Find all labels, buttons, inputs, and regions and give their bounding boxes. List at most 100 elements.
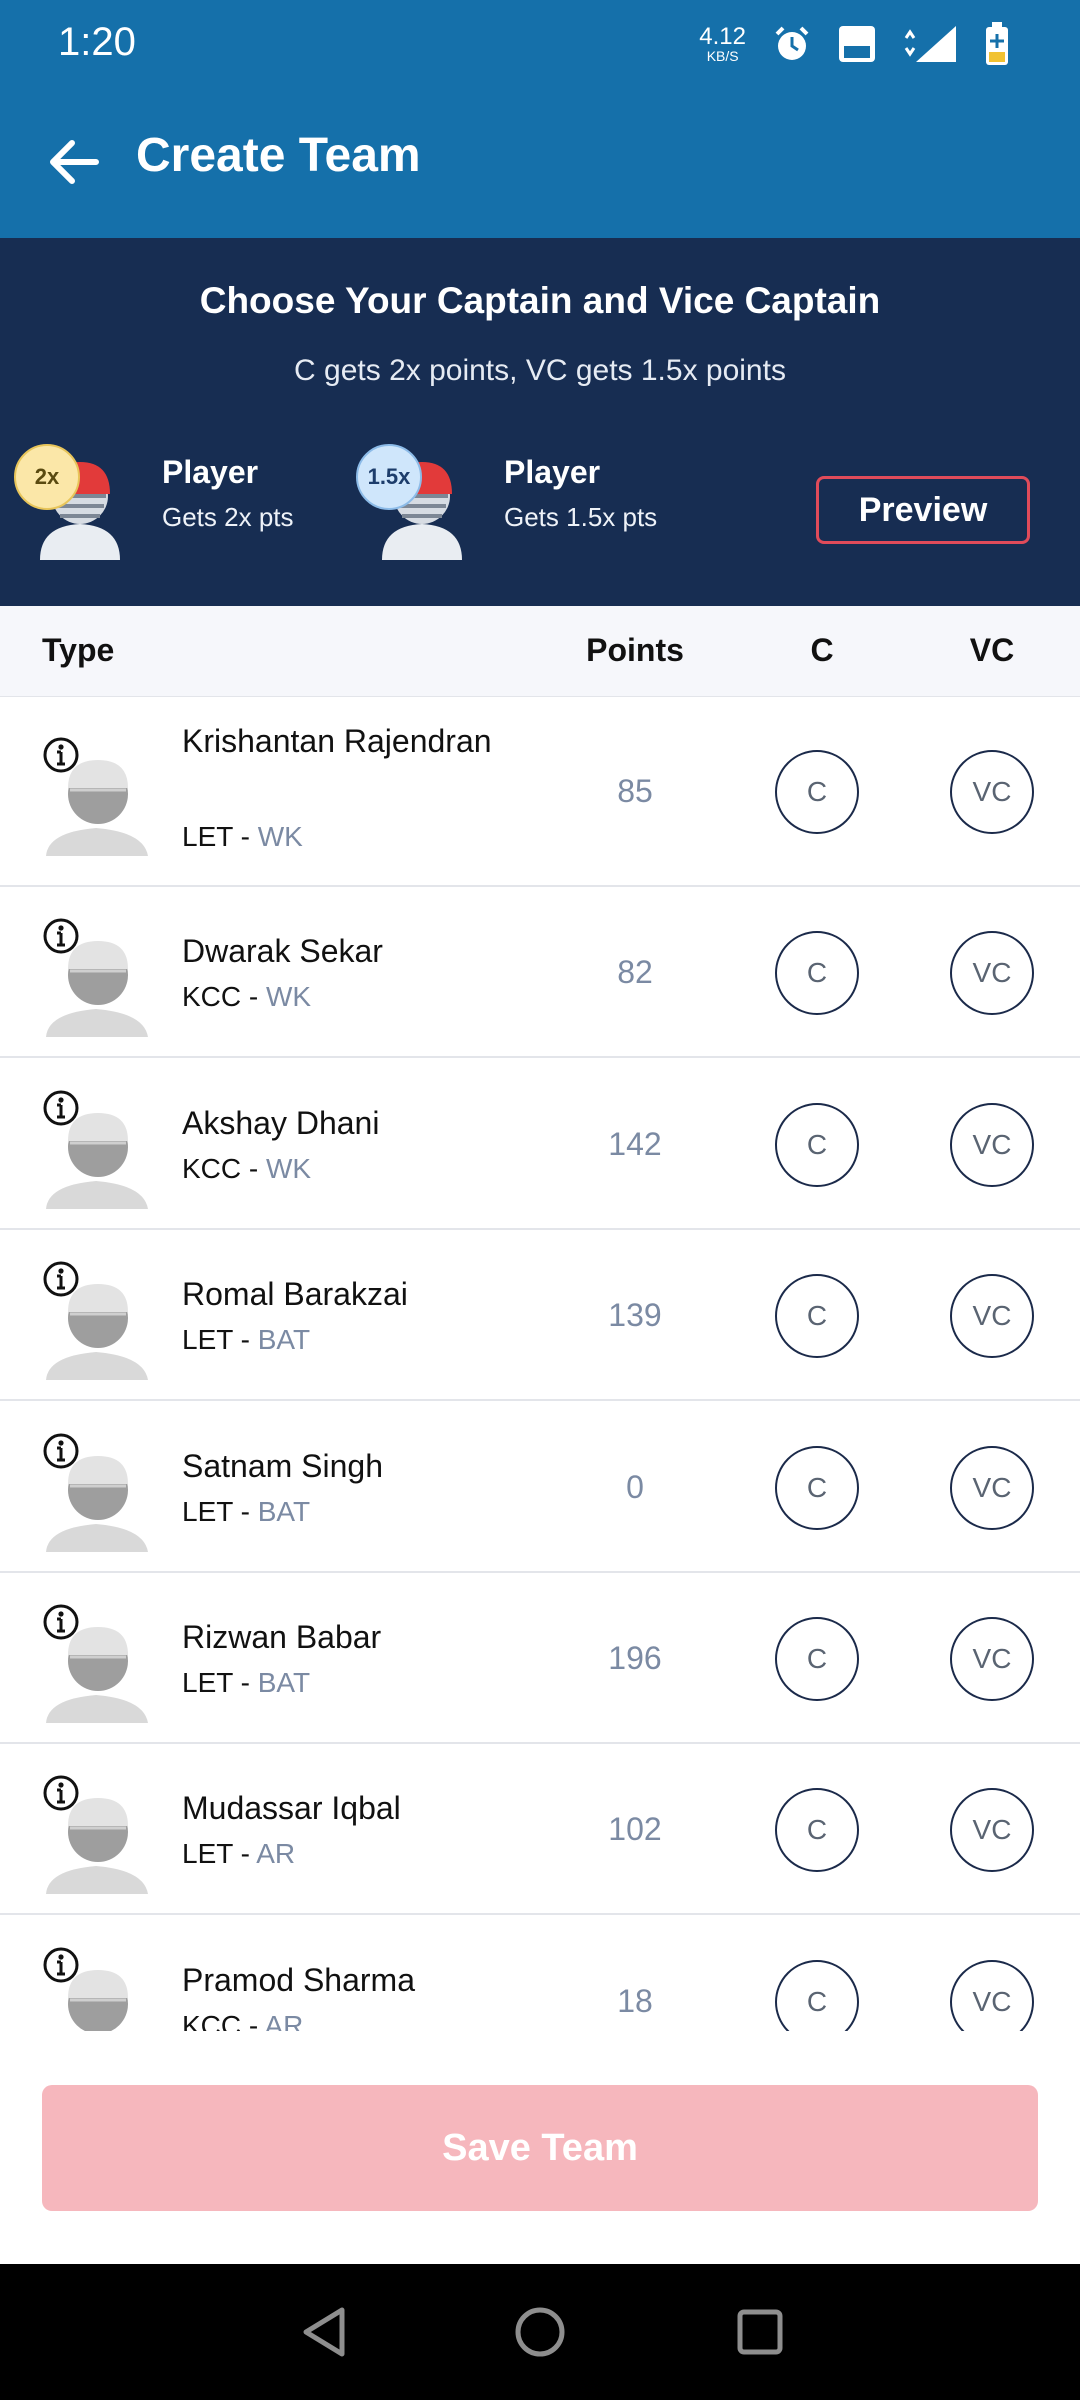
4g-signal-icon (904, 26, 956, 62)
status-bar: 1:20 4.12 KB/S (0, 0, 1080, 90)
player-points: 85 (617, 773, 653, 809)
captain-select-button[interactable]: C (775, 750, 859, 834)
back-arrow-icon[interactable] (42, 130, 106, 194)
player-team: LET - (182, 1324, 258, 1355)
banner-title: Choose Your Captain and Vice Captain (199, 280, 881, 321)
vice-captain-select-button[interactable]: VC (950, 931, 1034, 1015)
network-speed-unit: KB/S (706, 48, 739, 64)
player-list[interactable]: Krishantan Rajendran LET - WK 85 C VC Dwarak … (0, 697, 1080, 2031)
player-team: LET - (182, 1667, 258, 1698)
status-icons: 4.12 KB/S (699, 22, 1010, 66)
save-team-button[interactable]: Save Team (42, 2085, 1038, 2211)
vice-captain-select-button[interactable]: VC (950, 1103, 1034, 1187)
player-role: BAT (257, 1496, 311, 1527)
captain-role-label: Player (162, 454, 259, 490)
header-vice-captain: VC (969, 632, 1015, 668)
player-team-role: LET - BAT (182, 1667, 310, 1699)
player-role: AR (264, 2010, 304, 2031)
network-speed: 4.12 KB/S (699, 23, 746, 64)
captain-role-desc: Gets 2x pts (162, 502, 294, 532)
captain-select-button[interactable]: C (775, 931, 859, 1015)
player-points: 82 (617, 954, 653, 990)
system-navigation-bar (0, 2264, 1080, 2400)
captain-select-button[interactable]: C (775, 1446, 859, 1530)
captain-info-banner: Choose Your Captain and Vice Captain C g… (0, 238, 1080, 606)
player-name: Akshay Dhani (182, 1105, 380, 1141)
player-name: Pramod Sharma (182, 1962, 415, 1998)
footer: Save Team (0, 2031, 1080, 2264)
banner-subtitle: C gets 2x points, VC gets 1.5x points (294, 354, 786, 387)
volte-icon (839, 26, 875, 62)
vice-captain-multiplier-badge: 1.5x (356, 444, 422, 510)
player-points: 102 (608, 1811, 662, 1847)
vice-captain-select-button[interactable]: VC (950, 750, 1034, 834)
player-row[interactable]: Pramod Sharma KCC - AR 18 C VC (0, 1916, 1080, 2031)
vice-captain-select-button[interactable]: VC (950, 1617, 1034, 1701)
player-avatar (46, 1113, 148, 1209)
player-team-role: KCC - WK (182, 1153, 311, 1185)
player-row[interactable]: Mudassar Iqbal LET - AR 102 C VC (0, 1744, 1080, 1915)
player-role: WK (257, 821, 303, 852)
player-team-role: LET - BAT (182, 1496, 310, 1528)
captain-select-button[interactable]: C (775, 1274, 859, 1358)
player-avatar (46, 1284, 148, 1380)
captain-select-button[interactable]: C (775, 1960, 859, 2031)
player-points: 139 (608, 1297, 662, 1333)
player-row[interactable]: Akshay Dhani KCC - WK 142 C VC (0, 1059, 1080, 1230)
player-name: Satnam Singh (182, 1448, 384, 1484)
vice-captain-select-button[interactable]: VC (950, 1788, 1034, 1872)
player-team-role: KCC - WK (182, 981, 311, 1013)
network-speed-value: 4.12 (699, 23, 746, 50)
alarm-icon (775, 26, 809, 60)
player-avatar (46, 1627, 148, 1723)
player-avatar (46, 760, 148, 856)
player-avatar (46, 1798, 148, 1894)
player-role: WK (266, 981, 312, 1012)
player-points: 0 (626, 1469, 644, 1505)
battery-charging-icon (986, 22, 1008, 65)
player-role: WK (266, 1153, 312, 1184)
player-row[interactable]: Romal Barakzai LET - BAT 139 C VC (0, 1230, 1080, 1401)
nav-home-icon[interactable] (512, 2304, 568, 2360)
player-row[interactable]: Krishantan Rajendran LET - WK 85 C VC (0, 697, 1080, 887)
vice-captain-role-desc: Gets 1.5x pts (504, 502, 658, 532)
captain-select-button[interactable]: C (775, 1788, 859, 1872)
app-bar: Create Team (0, 90, 1080, 238)
player-team: KCC - (182, 2010, 265, 2031)
player-name: Dwarak Sekar (182, 933, 383, 969)
player-points: 142 (608, 1126, 662, 1162)
player-row[interactable]: Dwarak Sekar KCC - WK 82 C VC (0, 887, 1080, 1058)
vice-captain-select-button[interactable]: VC (950, 1446, 1034, 1530)
player-team: LET - (182, 1496, 258, 1527)
table-header: Type Points C VC (0, 606, 1080, 698)
player-team: KCC - (182, 981, 266, 1012)
vice-captain-role-label: Player (504, 454, 601, 490)
vice-captain-select-button[interactable]: VC (950, 1960, 1034, 2031)
player-team: LET - (182, 1838, 257, 1869)
captain-select-button[interactable]: C (775, 1103, 859, 1187)
header-points: Points (586, 632, 684, 668)
player-avatar (68, 1970, 128, 2031)
preview-button[interactable]: Preview (816, 476, 1030, 544)
page-title: Create Team (136, 129, 421, 182)
player-avatar (46, 1456, 148, 1552)
player-team: LET - (182, 821, 258, 852)
nav-recents-icon[interactable] (734, 2304, 786, 2360)
player-row[interactable]: Rizwan Babar LET - BAT 196 C VC (0, 1573, 1080, 1744)
nav-back-icon[interactable] (298, 2304, 350, 2360)
player-name: Rizwan Babar (182, 1619, 382, 1655)
vice-captain-select-button[interactable]: VC (950, 1274, 1034, 1358)
header-captain: C (810, 632, 834, 668)
header-type: Type (42, 632, 115, 668)
player-team-role: LET - WK (182, 821, 303, 853)
player-row[interactable]: Satnam Singh LET - BAT 0 C VC (0, 1402, 1080, 1573)
captain-select-button[interactable]: C (775, 1617, 859, 1701)
captain-multiplier-badge: 2x (14, 444, 80, 510)
player-avatar (46, 941, 148, 1037)
player-team: KCC - (182, 1153, 266, 1184)
status-time: 1:20 (58, 20, 136, 64)
player-role: AR (256, 1838, 296, 1869)
player-name: Krishantan Rajendran (182, 723, 492, 759)
player-team-role: LET - BAT (182, 1324, 310, 1356)
player-points: 18 (617, 1983, 653, 2019)
